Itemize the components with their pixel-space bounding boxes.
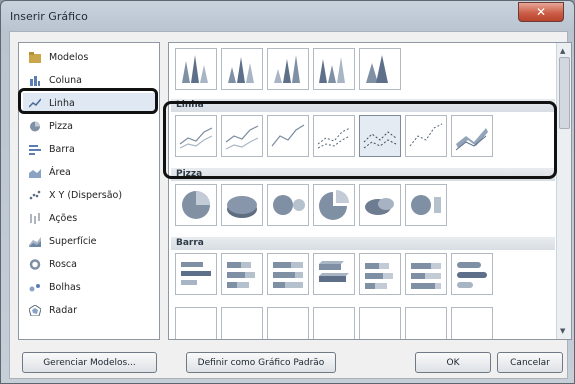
bubble-chart-icon (29, 284, 40, 292)
scatter-chart-icon (29, 190, 41, 200)
selection-highlight-linha (18, 88, 158, 114)
category-item-barra[interactable]: Barra (23, 139, 155, 160)
scroll-up-icon[interactable]: ▲ (560, 47, 565, 55)
chart-thumbnail-bar-7[interactable] (451, 253, 493, 295)
chart-thumbnail-cone-3[interactable] (267, 48, 309, 90)
cone-chart-icon (366, 55, 388, 83)
category-item-xy-dispersao[interactable]: X Y (Dispersão) (23, 185, 155, 206)
dialog-title: Inserir Gráfico (10, 10, 88, 23)
chart-thumbnail-bar-6[interactable] (405, 253, 447, 295)
category-label: Bolhas (49, 282, 81, 293)
bar-3d-chart-icon (319, 261, 349, 282)
chart-thumbnail-next-2[interactable] (221, 307, 263, 339)
scroll-thumb[interactable] (559, 57, 570, 129)
bar-chart-icon (29, 145, 41, 155)
chart-thumbnail-next-7[interactable] (451, 307, 493, 339)
insert-chart-dialog: Inserir Gráfico ✕ Modelos Coluna Linha P… (0, 0, 575, 384)
chart-category-list: Modelos Coluna Linha Pizza Barra Área X … (18, 42, 160, 340)
chart-thumbnail-bar-5[interactable] (359, 253, 401, 295)
manage-templates-button[interactable]: Gerenciar Modelos... (22, 352, 157, 373)
scroll-down-icon[interactable]: ▼ (560, 327, 565, 335)
category-label: Área (49, 167, 71, 178)
category-item-modelos[interactable]: Modelos (23, 47, 155, 68)
selection-highlight-line-subtypes (163, 101, 557, 179)
category-item-area[interactable]: Área (23, 162, 155, 183)
set-default-chart-button[interactable]: Definir como Gráfico Padrão (186, 352, 336, 373)
chart-thumbnail-pie-6[interactable] (405, 184, 447, 226)
category-item-radar[interactable]: Radar (23, 300, 155, 321)
category-label: Superfície (49, 236, 97, 247)
close-icon: ✕ (535, 5, 547, 19)
exploded-pie-chart-icon (319, 190, 349, 220)
pie-chart-icon (30, 121, 40, 132)
category-label: X Y (Dispersão) (49, 190, 123, 201)
doughnut-chart-icon (29, 259, 41, 270)
chart-thumbnail-pie-3[interactable] (267, 184, 309, 226)
section-header-barra: Barra (171, 237, 555, 250)
chart-thumbnail-bar-4[interactable] (313, 253, 355, 295)
category-label: Modelos (49, 52, 89, 63)
category-label: Rosca (49, 259, 77, 270)
stacked-bar-chart-icon (227, 262, 255, 288)
chart-thumbnail-next-1[interactable] (175, 307, 217, 339)
chart-thumbnail-cone-2[interactable] (221, 48, 263, 90)
cone-chart-icon (274, 55, 300, 83)
chart-thumbnail-next-4[interactable] (313, 307, 355, 339)
dialog-body: Modelos Coluna Linha Pizza Barra Área X … (9, 31, 572, 379)
chart-thumbnail-next-5[interactable] (359, 307, 401, 339)
chart-thumbnail-bar-3[interactable] (267, 253, 309, 295)
cylinder-bar-chart-icon (457, 262, 487, 288)
chart-thumbnail-next-3[interactable] (267, 307, 309, 339)
chart-thumbnail-next-6[interactable] (405, 307, 447, 339)
category-item-acoes[interactable]: Ações (23, 208, 155, 229)
percent-bar-3d-chart-icon (411, 263, 441, 289)
pie-chart-icon (182, 191, 210, 219)
percent-bar-chart-icon (273, 262, 303, 288)
radar-chart-icon (29, 305, 41, 316)
chart-thumbnail-pie-1[interactable] (175, 184, 217, 226)
surface-chart-icon (29, 237, 41, 247)
area-chart-icon (29, 169, 41, 178)
stock-chart-icon (30, 213, 40, 224)
chart-thumbnail-bar-1[interactable] (175, 253, 217, 295)
chart-thumbnail-pie-2[interactable] (221, 184, 263, 226)
chart-subtype-gallery: Linha Pizza Barra ▲ ▼ (168, 42, 572, 340)
cone-chart-icon (319, 57, 345, 83)
chart-thumbnail-cone-5[interactable] (359, 48, 401, 90)
exploded-pie-3d-chart-icon (365, 198, 394, 215)
folder-icon (29, 52, 41, 63)
chart-thumbnail-cone-4[interactable] (313, 48, 355, 90)
category-label: Barra (49, 144, 75, 155)
chart-thumbnail-bar-2[interactable] (221, 253, 263, 295)
stacked-bar-3d-chart-icon (365, 263, 393, 289)
close-button[interactable]: ✕ (518, 2, 564, 22)
column-chart-icon (30, 76, 40, 86)
category-label: Ações (49, 213, 78, 224)
category-item-pizza[interactable]: Pizza (23, 116, 155, 137)
category-label: Pizza (49, 121, 73, 132)
gallery-scrollbar[interactable]: ▲ ▼ (556, 43, 571, 339)
pie-3d-chart-icon (227, 196, 257, 218)
category-item-superficie[interactable]: Superfície (23, 231, 155, 252)
ok-button[interactable]: OK (415, 352, 491, 373)
cancel-button[interactable]: Cancelar (497, 352, 563, 373)
pie-of-pie-chart-icon (273, 195, 305, 215)
chart-thumbnail-pie-4[interactable] (313, 184, 355, 226)
cone-chart-icon (228, 57, 254, 83)
bar-chart-icon (181, 262, 211, 285)
chart-thumbnail-cone-1[interactable] (175, 48, 217, 90)
cone-chart-icon (182, 55, 208, 83)
title-bar[interactable]: Inserir Gráfico ✕ (1, 1, 574, 31)
chart-thumbnail-pie-5[interactable] (359, 184, 401, 226)
category-label: Radar (49, 305, 77, 316)
bar-of-pie-chart-icon (411, 195, 441, 215)
category-item-rosca[interactable]: Rosca (23, 254, 155, 275)
category-item-bolhas[interactable]: Bolhas (23, 277, 155, 298)
